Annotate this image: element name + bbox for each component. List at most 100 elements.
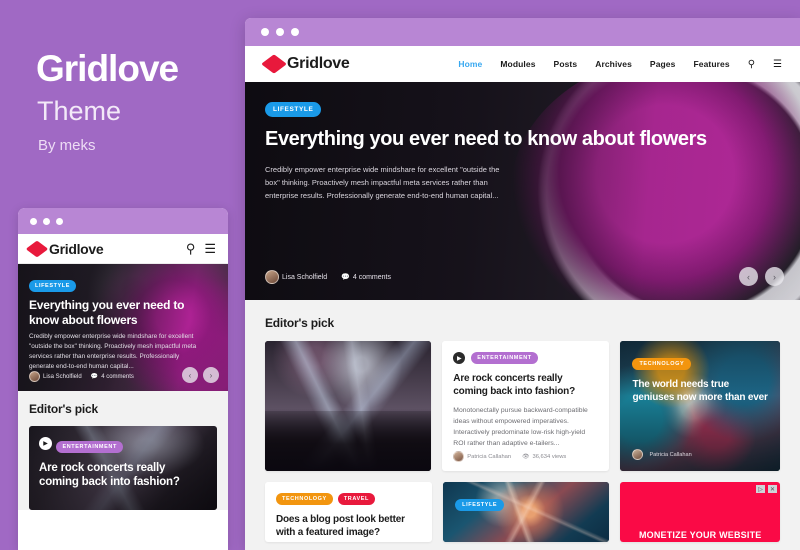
card-rock-meta: Patricia Callahan 👁 36,634 views [453, 451, 598, 462]
hamburger-icon[interactable]: ☰ [773, 59, 782, 70]
concert-photo-shadow [265, 411, 432, 471]
play-icon[interactable]: ▶ [39, 437, 52, 451]
nav-item-home[interactable]: Home [458, 59, 482, 69]
ad-banner-text: MONETIZE YOUR WEBSITE [638, 530, 762, 540]
phone-card-category-badge[interactable]: ENTERTAINMENT [56, 441, 123, 453]
phone-hero-excerpt: Credibly empower enterprise wide mindsha… [29, 333, 197, 371]
phone-card-rock-concerts[interactable]: ▶ ENTERTAINMENT Are rock concerts really… [29, 426, 217, 510]
phone-hero-author[interactable]: Lisa Scholfield [29, 371, 82, 382]
eye-icon: 👁 [522, 453, 530, 460]
card-rock-author-name: Patricia Callahan [467, 453, 512, 460]
card-rock-title[interactable]: Are rock concerts really coming back int… [453, 372, 598, 398]
nav-item-posts[interactable]: Posts [554, 59, 578, 69]
editors-pick-row-1: ▶ ENTERTAINMENT Are rock concerts really… [265, 341, 780, 471]
card-rock-view-count: 36,634 views [532, 453, 567, 460]
chevron-right-icon[interactable]: › [203, 367, 219, 383]
phone-hero-title[interactable]: Everything you ever need to know about f… [29, 298, 217, 327]
window-dot-close[interactable] [261, 28, 269, 36]
card-blog-category-technology[interactable]: TECHNOLOGY [276, 493, 333, 505]
card-genius-category-badge[interactable]: TECHNOLOGY [632, 358, 692, 370]
window-dot-maximize[interactable] [291, 28, 299, 36]
ad-banner[interactable]: ▷ ✕ MONETIZE YOUR WEBSITE [620, 482, 780, 542]
chevron-left-icon[interactable]: ‹ [739, 267, 758, 286]
close-ad-icon[interactable]: ✕ [768, 485, 777, 493]
card-blog-title[interactable]: Does a blog post look better with a feat… [276, 513, 421, 539]
phone-hero-category-badge[interactable]: LIFESTYLE [29, 280, 77, 292]
card-rock-category-badge[interactable]: ENTERTAINMENT [471, 352, 538, 364]
phone-logo-text: Gridlove [49, 240, 104, 257]
avatar [453, 451, 465, 462]
site-logo-text: Gridlove [287, 55, 350, 72]
nav-item-modules[interactable]: Modules [500, 59, 535, 69]
card-true-geniuses[interactable]: TECHNOLOGY The world needs true geniuses… [620, 341, 780, 471]
nav-item-pages[interactable]: Pages [650, 59, 676, 69]
nav-item-features[interactable]: Features [693, 59, 729, 69]
phone-mockup: Gridlove ⚲ ☰ LIFESTYLE Everything you ev… [18, 208, 228, 550]
phone-logo[interactable]: Gridlove [25, 239, 104, 258]
avatar [632, 449, 644, 460]
phone-editors-pick-section: Editor's pick ▶ ENTERTAINMENT Are rock c… [18, 391, 228, 510]
card-blog-category-travel[interactable]: TRAVEL [337, 493, 376, 505]
phone-card-title[interactable]: Are rock concerts really coming back int… [39, 461, 207, 490]
hero-author[interactable]: Lisa Scholfield [265, 270, 327, 284]
site-logo[interactable]: Gridlove [261, 54, 350, 74]
comment-icon: 💬 [341, 274, 350, 281]
play-icon[interactable]: ▶ [453, 352, 466, 364]
avatar [29, 371, 40, 382]
phone-hero-slider[interactable]: LIFESTYLE Everything you ever need to kn… [18, 264, 228, 391]
hero-title[interactable]: Everything you ever need to know about f… [265, 127, 780, 151]
hero-category-badge[interactable]: LIFESTYLE [265, 102, 322, 117]
window-dot-maximize[interactable] [56, 217, 63, 225]
chevron-right-icon[interactable]: › [765, 267, 784, 286]
hamburger-icon[interactable]: ☰ [204, 241, 216, 257]
hero-meta: Lisa Scholfield 💬 4 comments [265, 270, 391, 284]
gridlove-diamond-icon [261, 54, 287, 74]
browser-window-chrome [245, 18, 800, 46]
window-dot-minimize[interactable] [43, 217, 50, 225]
search-icon[interactable]: ⚲ [186, 241, 196, 257]
promo-byline: By meks [38, 137, 96, 154]
card-lifestyle-jellyfish[interactable]: LIFESTYLE [443, 482, 610, 542]
hero-author-name: Lisa Scholfield [282, 273, 328, 281]
nav-item-archives[interactable]: Archives [595, 59, 632, 69]
hero-comments[interactable]: 💬 4 comments [341, 273, 391, 282]
promo-title: Gridlove [36, 48, 179, 89]
chevron-left-icon[interactable]: ‹ [182, 367, 198, 383]
search-icon[interactable]: ⚲ [748, 59, 755, 70]
content-area: Editor's pick ▶ ENTERTAINMENT Are rock c… [245, 300, 800, 542]
ad-choices-icon[interactable]: ▷ [756, 485, 765, 493]
hero-slider-arrows: ‹ › [739, 267, 784, 286]
phone-hero-comment-count: 4 comments [101, 373, 134, 380]
hero-slider[interactable]: LIFESTYLE Everything you ever need to kn… [245, 82, 800, 300]
ad-banner-controls: ▷ ✕ [756, 485, 777, 493]
card-jelly-category-badge[interactable]: LIFESTYLE [455, 499, 505, 511]
card-rock-excerpt: Monotonectally pursue backward-compatibl… [453, 407, 588, 447]
card-blog-featured-image[interactable]: TECHNOLOGY TRAVEL Does a blog post look … [265, 482, 433, 542]
window-dot-minimize[interactable] [276, 28, 284, 36]
phone-hero-meta: Lisa Scholfield 💬 4 comments [29, 371, 134, 382]
promo-subtitle: Theme [37, 96, 122, 126]
phone-hero-comments[interactable]: 💬 4 comments [90, 373, 134, 381]
card-rock-author[interactable]: Patricia Callahan [453, 451, 511, 462]
card-rock-head: ▶ ENTERTAINMENT [453, 352, 598, 364]
card-blog-categories: TECHNOLOGY TRAVEL [276, 493, 421, 505]
phone-slider-arrows: ‹ › [182, 367, 219, 383]
main-menu: Home Modules Posts Archives Pages Featur… [458, 59, 782, 70]
card-genius-title[interactable]: The world needs true geniuses now more t… [632, 378, 768, 404]
hero-comment-count: 4 comments [352, 273, 391, 281]
section-title-editors-pick: Editor's pick [265, 316, 334, 330]
phone-hero-author-name: Lisa Scholfield [43, 373, 82, 380]
phone-navbar: Gridlove ⚲ ☰ [18, 234, 228, 264]
comment-icon: 💬 [90, 374, 99, 380]
avatar [265, 270, 279, 284]
gridlove-diamond-icon [25, 239, 49, 258]
card-genius-author-name: Patricia Callahan [649, 451, 692, 458]
card-rock-views: 👁 36,634 views [522, 454, 566, 460]
phone-window-chrome [18, 208, 228, 234]
editors-pick-row-2: TECHNOLOGY TRAVEL Does a blog post look … [265, 482, 780, 542]
card-rock-concerts[interactable]: ▶ ENTERTAINMENT Are rock concerts really… [442, 341, 610, 471]
card-concert-image[interactable] [265, 341, 432, 471]
window-dot-close[interactable] [30, 217, 37, 225]
site-navbar: Gridlove Home Modules Posts Archives Pag… [245, 46, 800, 82]
card-genius-meta[interactable]: Patricia Callahan [632, 449, 692, 460]
